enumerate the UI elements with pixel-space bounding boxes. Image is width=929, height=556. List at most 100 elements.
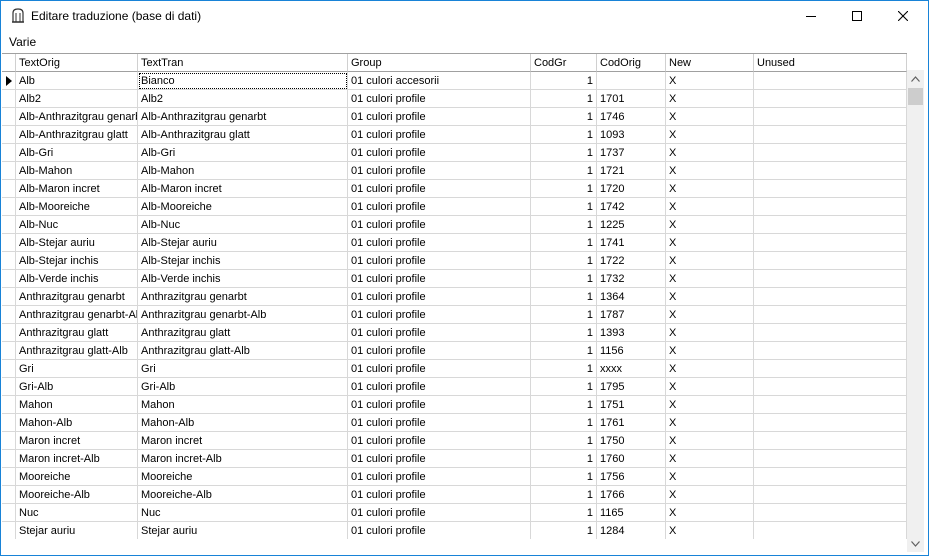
row-indicator[interactable] — [2, 342, 16, 360]
cell-cod-orig[interactable]: 1393 — [597, 324, 666, 342]
cell-unused[interactable] — [754, 216, 907, 234]
cell-text-orig[interactable]: Alb-Anthrazitgrau genarbt — [16, 108, 138, 126]
translation-grid[interactable]: TextOrig TextTran Group CodGr CodOrig New Unus… — [2, 53, 907, 539]
cell-cod-orig[interactable]: 1284 — [597, 522, 666, 539]
cell-cod-gr[interactable]: 1 — [531, 72, 597, 90]
row-indicator[interactable] — [2, 126, 16, 144]
cell-text-tran[interactable]: Gri-Alb — [138, 378, 348, 396]
cell-cod-gr[interactable]: 1 — [531, 180, 597, 198]
cell-unused[interactable] — [754, 342, 907, 360]
table-row[interactable]: Stejar auriu Stejar auriu 01 culori profil… — [2, 522, 907, 539]
cell-group[interactable]: 01 culori profile — [348, 216, 531, 234]
cell-text-tran[interactable]: Maron incret — [138, 432, 348, 450]
column-header-cod-gr[interactable]: CodGr — [531, 54, 597, 72]
cell-cod-orig[interactable]: 1756 — [597, 468, 666, 486]
cell-new[interactable]: X — [666, 144, 754, 162]
row-indicator[interactable] — [2, 450, 16, 468]
cell-text-orig[interactable]: Alb-Mahon — [16, 162, 138, 180]
cell-text-tran[interactable]: Alb-Anthrazitgrau genarbt — [138, 108, 348, 126]
cell-new[interactable]: X — [666, 180, 754, 198]
cell-text-orig[interactable]: Gri — [16, 360, 138, 378]
row-indicator[interactable] — [2, 252, 16, 270]
cell-cod-orig[interactable]: 1795 — [597, 378, 666, 396]
cell-text-tran[interactable]: Mooreiche-Alb — [138, 486, 348, 504]
cell-new[interactable]: X — [666, 306, 754, 324]
cell-cod-gr[interactable]: 1 — [531, 90, 597, 108]
row-indicator[interactable] — [2, 90, 16, 108]
minimize-button[interactable] — [788, 1, 834, 31]
cell-text-tran[interactable]: Nuc — [138, 504, 348, 522]
cell-text-orig[interactable]: Alb-Nuc — [16, 216, 138, 234]
table-row[interactable]: Mooreiche Mooreiche 01 culori profile 1 1756… — [2, 468, 907, 486]
cell-cod-orig[interactable]: 1721 — [597, 162, 666, 180]
cell-text-tran[interactable]: Anthrazitgrau genarbt — [138, 288, 348, 306]
cell-text-tran[interactable]: Mooreiche — [138, 468, 348, 486]
cell-cod-gr[interactable]: 1 — [531, 252, 597, 270]
table-row[interactable]: Anthrazitgrau glatt-Alb Anthrazitgrau gla… — [2, 342, 907, 360]
maximize-button[interactable] — [834, 1, 880, 31]
cell-cod-gr[interactable]: 1 — [531, 198, 597, 216]
cell-cod-orig[interactable]: 1766 — [597, 486, 666, 504]
cell-unused[interactable] — [754, 360, 907, 378]
scroll-down-button[interactable] — [907, 535, 924, 552]
cell-unused[interactable] — [754, 324, 907, 342]
cell-cod-orig[interactable]: 1722 — [597, 252, 666, 270]
cell-text-tran[interactable]: Alb-Mooreiche — [138, 198, 348, 216]
cell-new[interactable]: X — [666, 468, 754, 486]
table-row[interactable]: Mooreiche-Alb Mooreiche-Alb 01 culori prof… — [2, 486, 907, 504]
cell-text-tran[interactable]: Alb2 — [138, 90, 348, 108]
cell-group[interactable]: 01 culori profile — [348, 522, 531, 539]
table-row[interactable]: Nuc Nuc 01 culori profile 1 1165 X — [2, 504, 907, 522]
cell-unused[interactable] — [754, 396, 907, 414]
cell-cod-orig[interactable]: 1746 — [597, 108, 666, 126]
row-indicator[interactable] — [2, 504, 16, 522]
cell-cod-gr[interactable]: 1 — [531, 414, 597, 432]
column-header-new[interactable]: New — [666, 54, 754, 72]
cell-unused[interactable] — [754, 252, 907, 270]
row-indicator[interactable] — [2, 234, 16, 252]
row-indicator[interactable] — [2, 270, 16, 288]
cell-cod-gr[interactable]: 1 — [531, 360, 597, 378]
cell-group[interactable]: 01 culori profile — [348, 108, 531, 126]
table-row[interactable]: Alb-Mooreiche Alb-Mooreiche 01 culori prof… — [2, 198, 907, 216]
cell-text-tran[interactable]: Maron incret-Alb — [138, 450, 348, 468]
cell-unused[interactable] — [754, 108, 907, 126]
cell-unused[interactable] — [754, 180, 907, 198]
table-row[interactable]: Anthrazitgrau genarbt-Alb Anthrazitgrau g… — [2, 306, 907, 324]
cell-cod-orig[interactable] — [597, 72, 666, 90]
row-indicator[interactable] — [2, 468, 16, 486]
row-indicator[interactable] — [2, 180, 16, 198]
cell-text-orig[interactable]: Gri-Alb — [16, 378, 138, 396]
cell-text-orig[interactable]: Alb-Stejar inchis — [16, 252, 138, 270]
cell-text-orig[interactable]: Anthrazitgrau glatt-Alb — [16, 342, 138, 360]
cell-unused[interactable] — [754, 288, 907, 306]
cell-text-orig[interactable]: Alb-Mooreiche — [16, 198, 138, 216]
cell-text-orig[interactable]: Nuc — [16, 504, 138, 522]
cell-unused[interactable] — [754, 414, 907, 432]
cell-group[interactable]: 01 culori accesorii — [348, 72, 531, 90]
cell-unused[interactable] — [754, 270, 907, 288]
cell-text-orig[interactable]: Mooreiche-Alb — [16, 486, 138, 504]
cell-cod-orig[interactable]: 1760 — [597, 450, 666, 468]
cell-cod-gr[interactable]: 1 — [531, 522, 597, 539]
cell-cod-orig[interactable]: 1750 — [597, 432, 666, 450]
row-indicator[interactable] — [2, 378, 16, 396]
column-header-cod-orig[interactable]: CodOrig — [597, 54, 666, 72]
cell-text-orig[interactable]: Alb-Gri — [16, 144, 138, 162]
cell-new[interactable]: X — [666, 126, 754, 144]
column-header-unused[interactable]: Unused — [754, 54, 907, 72]
cell-cod-gr[interactable]: 1 — [531, 486, 597, 504]
cell-unused[interactable] — [754, 378, 907, 396]
cell-text-tran[interactable]: Alb-Mahon — [138, 162, 348, 180]
cell-cod-orig[interactable]: 1751 — [597, 396, 666, 414]
cell-new[interactable]: X — [666, 288, 754, 306]
cell-cod-orig[interactable]: 1165 — [597, 504, 666, 522]
cell-text-tran[interactable]: Anthrazitgrau genarbt-Alb — [138, 306, 348, 324]
cell-cod-gr[interactable]: 1 — [531, 306, 597, 324]
cell-text-tran[interactable]: Anthrazitgrau glatt-Alb — [138, 342, 348, 360]
table-row[interactable]: Alb-Anthrazitgrau glatt Alb-Anthrazitgrau… — [2, 126, 907, 144]
cell-text-orig[interactable]: Mooreiche — [16, 468, 138, 486]
table-row[interactable]: Mahon Mahon 01 culori profile 1 1751 X — [2, 396, 907, 414]
cell-unused[interactable] — [754, 198, 907, 216]
cell-new[interactable]: X — [666, 396, 754, 414]
